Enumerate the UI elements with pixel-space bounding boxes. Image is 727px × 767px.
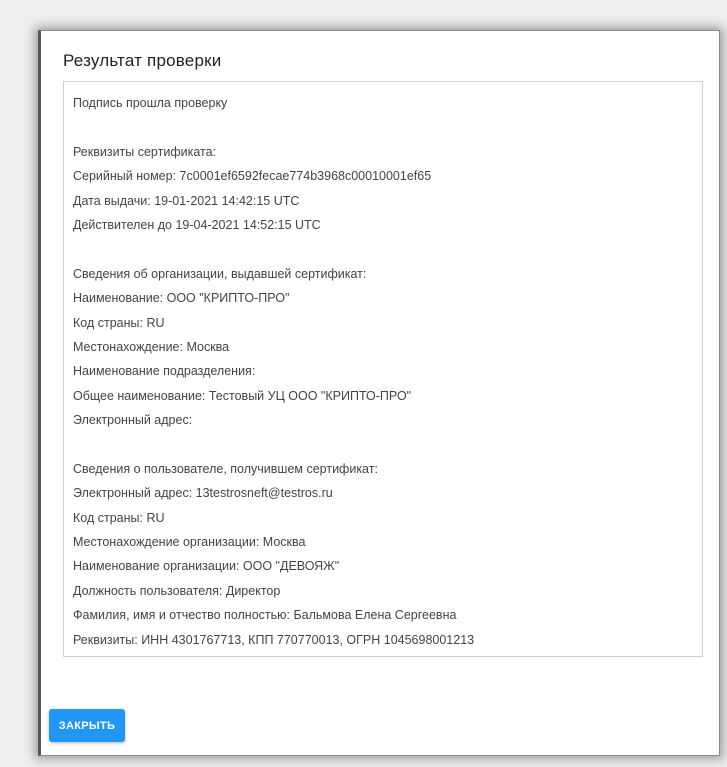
verification-result-dialog: Результат проверки Подпись прошла провер…	[38, 30, 720, 756]
result-line-subject-location: Местонахождение организации: Москва	[73, 535, 306, 550]
result-line-subject-email: Электронный адрес: 13testrosneft@testros…	[73, 486, 333, 501]
result-line-issuer-email: Электронный адрес:	[73, 413, 193, 428]
result-line-issuer-unit: Наименование подразделения:	[73, 364, 256, 379]
result-line-cert-header: Реквизиты сертификата:	[73, 144, 217, 159]
result-line-blank	[73, 115, 694, 139]
result-line-subject-position: Должность пользователя: Директор	[73, 583, 281, 598]
result-line-issuer-common-name: Общее наименование: Тестовый УЦ ООО "КРИ…	[73, 388, 412, 403]
result-line-issuer-country: Код страны: RU	[73, 315, 165, 330]
result-line-valid-until: Действителен до 19-04-2021 14:52:15 UTC	[73, 217, 321, 232]
result-line-blank	[73, 432, 694, 456]
close-button[interactable]: ЗАКРЫТЬ	[49, 709, 125, 742]
result-line-serial: Серийный номер: 7c0001ef6592fecae774b396…	[73, 169, 432, 184]
result-line-issue-date: Дата выдачи: 19-01-2021 14:42:15 UTC	[73, 193, 300, 208]
result-line-subject-header: Сведения о пользователе, получившем серт…	[73, 461, 378, 476]
result-text-area[interactable]: Подпись прошла проверку Реквизиты сертиф…	[63, 81, 703, 657]
result-line-issuer-header: Сведения об организации, выдавшей сертиф…	[73, 266, 367, 281]
result-line-issuer-name: Наименование: ООО "КРИПТО-ПРО"	[73, 291, 290, 306]
result-line-subject-full-name: Фамилия, имя и отчество полностью: Бальм…	[73, 608, 457, 623]
result-line-subject-org: Наименование организации: ООО "ДЕВОЯЖ"	[73, 559, 340, 574]
result-line-subject-requisites: Реквизиты: ИНН 4301767713, КПП 770770013…	[73, 632, 475, 647]
result-line-issuer-location: Местонахождение: Москва	[73, 339, 230, 354]
result-line-signature-status: Подпись прошла проверку	[73, 96, 228, 110]
dialog-title: Результат проверки	[63, 51, 222, 70]
result-line-subject-country: Код страны: RU	[73, 510, 165, 525]
result-line-blank	[73, 237, 694, 261]
result-lines: Подпись прошла проверку Реквизиты сертиф…	[73, 91, 694, 652]
